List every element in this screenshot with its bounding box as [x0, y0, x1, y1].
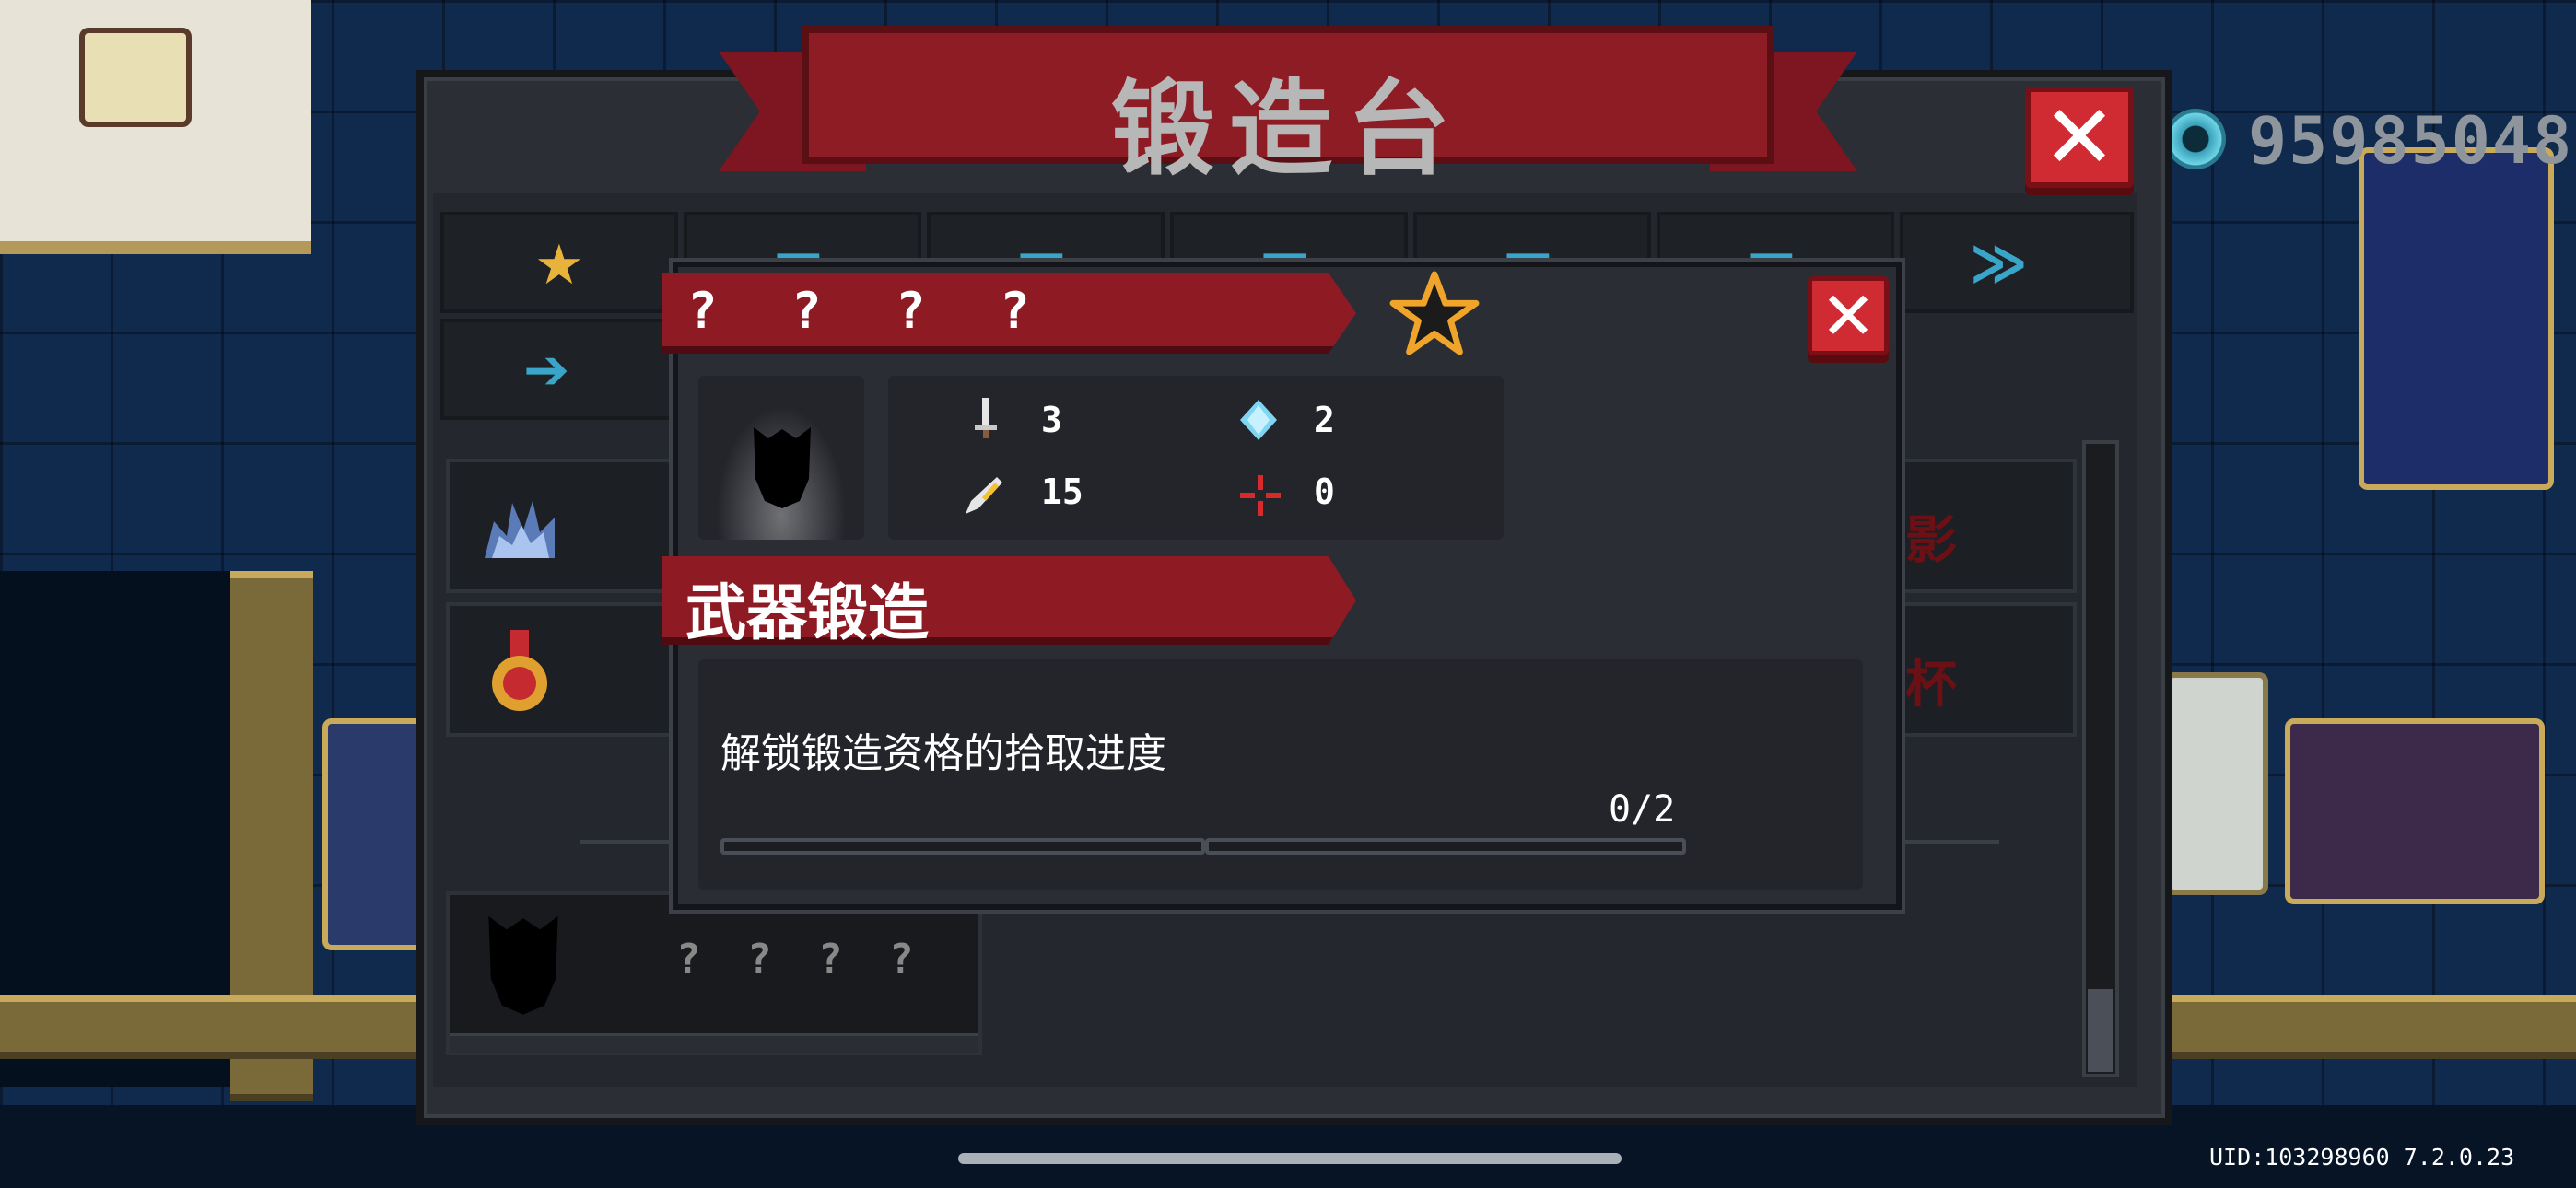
close-icon: ✕: [2042, 86, 2117, 189]
notice-board: [79, 28, 192, 127]
crosshair-icon: [1240, 475, 1281, 516]
home-indicator[interactable]: [958, 1153, 1622, 1164]
sword-icon: [975, 398, 997, 438]
star-icon: ★: [534, 233, 584, 297]
unknown-weapon-name: ? ? ? ?: [676, 936, 925, 983]
medal-icon: [492, 630, 547, 711]
ribbon-body: 锻造台: [802, 26, 1774, 190]
requirement-label: 解锁锻造资格的拾取进度: [720, 730, 1166, 777]
accuracy-value: 0: [1314, 472, 1335, 512]
energy-cost-value: 2: [1314, 400, 1335, 440]
close-icon: ✕: [1820, 277, 1877, 355]
weapon-name: ? ? ? ?: [687, 282, 1052, 340]
scrollbar-thumb[interactable]: [2088, 989, 2113, 1072]
star-outline-icon: [1389, 271, 1480, 355]
gun-icon: ≫: [1970, 231, 2028, 296]
tab-favorites[interactable]: ★: [440, 212, 678, 313]
forge-close-button[interactable]: ✕: [2025, 87, 2134, 188]
forge-title-ribbon: 锻造台: [719, 17, 1857, 190]
detail-close-button[interactable]: ✕: [1808, 276, 1889, 355]
weapon-name-partial: 杯: [1905, 655, 1957, 715]
cabinet-decoration: [322, 718, 426, 950]
uid-version-label: UID:103298960 7.2.0.23: [2209, 1144, 2515, 1171]
spiked-shell-icon: [485, 501, 555, 558]
tab-weapon-category[interactable]: ≫: [1900, 212, 2134, 313]
statue-decoration: [2165, 672, 2268, 895]
weapon-name-banner: ? ? ? ?: [662, 273, 1356, 354]
currency-amount: 95985048: [2248, 103, 2574, 179]
energy-crystal-icon: [1240, 400, 1277, 440]
requirement-progress-text: 0/2: [1609, 788, 1676, 831]
potion-shelf: [2285, 718, 2545, 904]
unknown-weapon-silhouette-icon: [488, 915, 558, 1015]
weapon-forging-banner: 武器锻造: [662, 556, 1356, 645]
banner-decoration: [2359, 147, 2554, 490]
weapon-forging-title: 武器锻造: [685, 577, 929, 648]
crit-blade-icon: [966, 477, 1002, 514]
unknown-weapon-progress: [450, 1033, 978, 1053]
arrow-gun-icon: ➔: [523, 338, 570, 402]
attack-value: 3: [1041, 400, 1062, 440]
progress-segment: [1205, 838, 1686, 855]
list-scrollbar[interactable]: [2082, 440, 2119, 1077]
weapon-name-partial: 影: [1905, 511, 1957, 571]
progress-segment: [720, 838, 1205, 855]
crit-value: 15: [1041, 472, 1083, 512]
gem-coin-icon: [2165, 109, 2226, 169]
unknown-weapon-silhouette-icon: [754, 427, 811, 508]
forge-title: 锻造台: [1111, 70, 1465, 190]
tab-weapon-category[interactable]: ➔: [440, 319, 678, 420]
